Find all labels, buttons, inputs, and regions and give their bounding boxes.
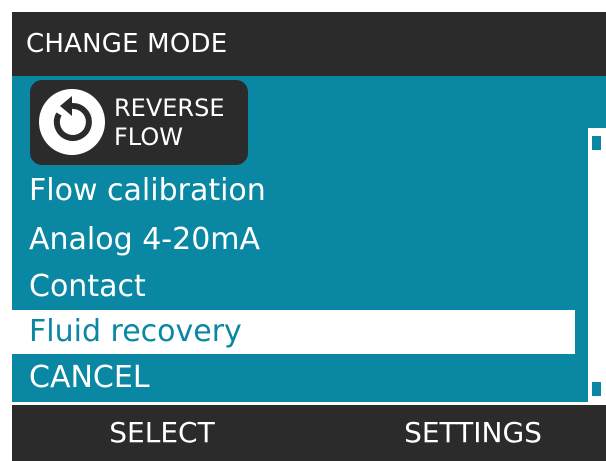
menu-item-fluid-recovery[interactable]: Fluid recovery — [12, 310, 575, 354]
scrollbar-bottom-marker — [592, 382, 601, 396]
menu-item-flow-calibration[interactable]: Flow calibration — [12, 169, 575, 213]
current-mode-badge: REVERSE FLOW — [30, 80, 248, 165]
menu-item-analog-4-20ma[interactable]: Analog 4-20mA — [12, 218, 575, 262]
screen-title: CHANGE MODE — [12, 12, 606, 76]
softkey-bar: SELECT SETTINGS — [12, 405, 606, 461]
scrollbar-top-marker — [592, 136, 601, 150]
select-softkey[interactable]: SELECT — [72, 405, 252, 461]
menu-item-cancel[interactable]: CANCEL — [12, 356, 575, 400]
current-mode-label: REVERSE FLOW — [114, 94, 225, 151]
device-screen: CHANGE MODE REVERSE FLOW Flow calibratio… — [12, 12, 606, 461]
settings-softkey[interactable]: SETTINGS — [368, 405, 578, 461]
menu-scrollbar[interactable] — [588, 128, 606, 402]
reverse-rotation-icon — [39, 89, 105, 155]
menu-item-contact[interactable]: Contact — [12, 265, 575, 309]
